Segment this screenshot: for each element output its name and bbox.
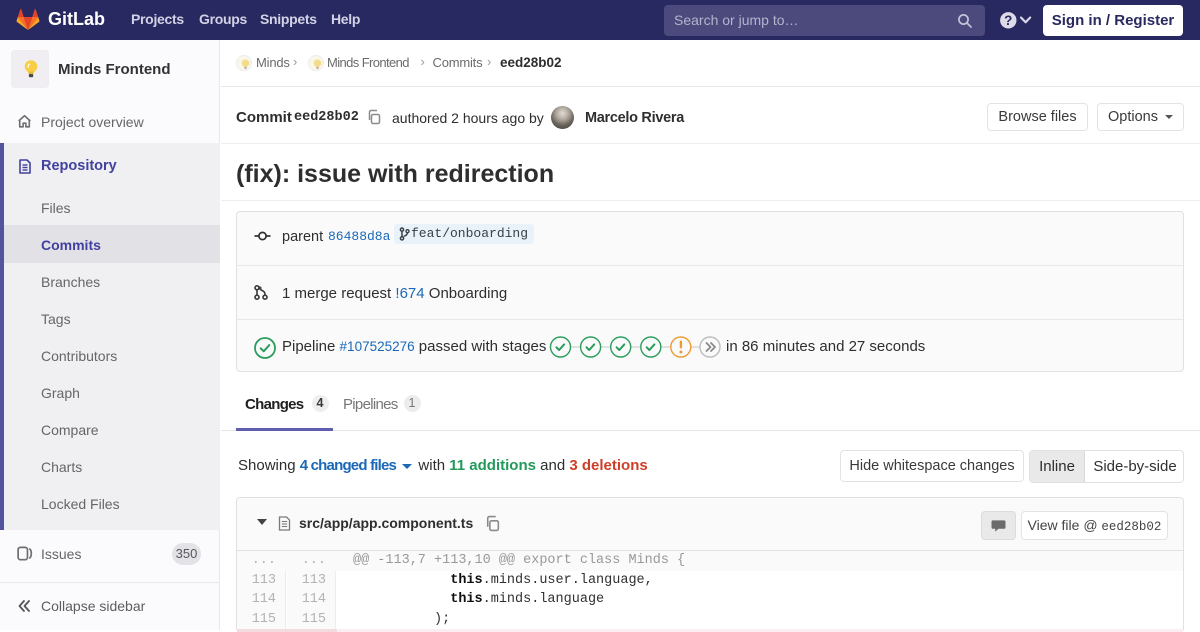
svg-text:?: ?	[1004, 13, 1012, 28]
